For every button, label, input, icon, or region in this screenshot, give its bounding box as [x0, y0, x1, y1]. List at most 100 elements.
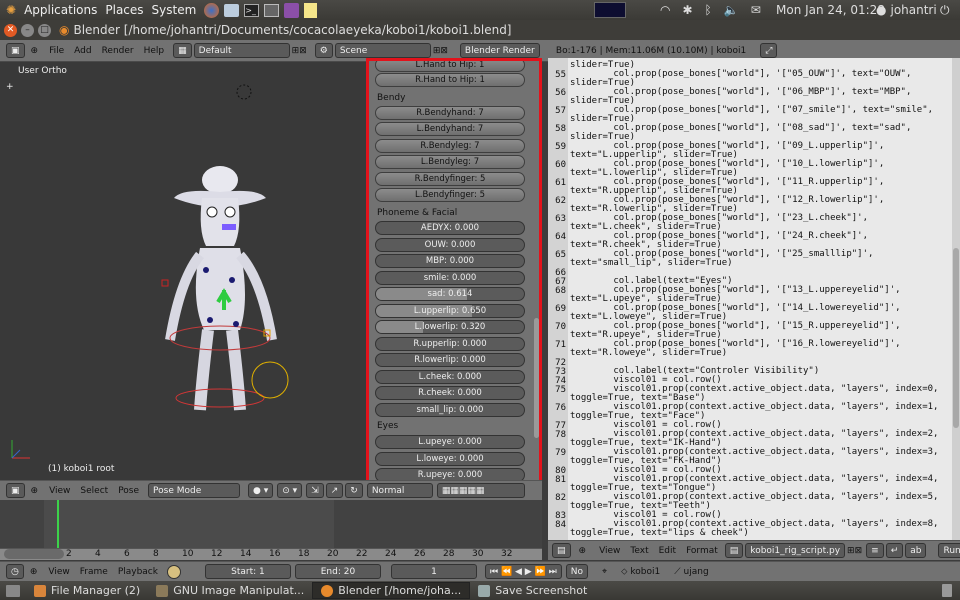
code-line[interactable]: toggle=True, text="lips & cheek") [570, 529, 749, 538]
character-rig[interactable] [140, 80, 300, 420]
help-menu[interactable]: Help [139, 46, 170, 56]
text-edit-menu[interactable]: Edit [654, 546, 681, 556]
timeline-playback-menu[interactable]: Playback [113, 567, 163, 577]
layout-add-icon[interactable]: ⊞ [292, 46, 300, 56]
layers-grid[interactable]: ▦▦▦▦▦ [436, 483, 525, 498]
start-frame-field[interactable]: Start: 1 [204, 564, 291, 579]
sync-mode-select[interactable]: No [565, 564, 588, 579]
wifi-icon[interactable]: ◠ [660, 3, 670, 17]
scene-field[interactable]: Scene [334, 43, 431, 58]
scene-remove-icon[interactable]: ⊠ [440, 46, 448, 56]
text-view-menu[interactable]: View [594, 546, 625, 556]
timeline-area[interactable]: -202468101214161820222426283032 [0, 500, 542, 560]
shading-select[interactable]: ● ▾ [248, 483, 274, 498]
system-menu[interactable]: System [148, 3, 201, 17]
text-format-menu[interactable]: Format [681, 546, 723, 556]
mode-select[interactable]: Pose Mode [148, 483, 241, 498]
slider-smile[interactable]: smile: 0.000 [375, 270, 525, 285]
viewport-editor-type-icon[interactable]: ▣ [6, 483, 25, 498]
pivot-select[interactable]: ⊙ ▾ [277, 483, 303, 498]
text-add-icon[interactable]: ⊞ [847, 546, 855, 556]
properties-panel[interactable]: L.Hand to Hip: 1 R.Hand to Hip: 1 Bendy … [368, 58, 542, 480]
timeline-collapse-icon[interactable]: ⊕ [30, 567, 38, 577]
system-monitor[interactable] [594, 0, 626, 20]
slider-r-upperlip[interactable]: R.upperlip: 0.000 [375, 336, 525, 351]
editor-type-icon[interactable]: ▣ [6, 43, 25, 58]
r-bendyhand-field[interactable]: R.Bendyhand: 7 [375, 106, 525, 120]
screen-layout-field[interactable]: Default [193, 43, 290, 58]
code-line[interactable]: text="R.loweye", slider=True) [570, 349, 727, 358]
render-menu[interactable]: Render [97, 46, 139, 56]
task-file-manager[interactable]: File Manager (2) [26, 582, 148, 599]
slider-l-cheek[interactable]: L.cheek: 0.000 [375, 369, 525, 384]
screen-icon[interactable] [264, 3, 280, 17]
timeline-editor-type-icon[interactable]: ◷ [6, 564, 24, 579]
slider-sad[interactable]: sad: 0.614 [375, 287, 525, 301]
mail-icon[interactable] [224, 3, 240, 17]
r-bendyleg-field[interactable]: R.Bendyleg: 7 [375, 139, 525, 153]
add-menu[interactable]: Add [69, 46, 96, 56]
text-block-icon[interactable]: ▤ [724, 543, 744, 558]
places-menu[interactable]: Places [101, 3, 147, 17]
bluetooth-icon[interactable]: ᛒ [705, 3, 712, 17]
slider-r-upeye[interactable]: R.upeye: 0.000 [375, 468, 525, 480]
l-bendyleg-field[interactable]: L.Bendyleg: 7 [375, 155, 525, 169]
normal-orientation-select[interactable]: Normal [366, 483, 433, 498]
editor-scrollbar[interactable] [952, 58, 960, 540]
r-bendyfinger-field[interactable]: R.Bendyfinger: 5 [375, 172, 525, 186]
r-hand-to-hip-field[interactable]: R.Hand to Hip: 1 [375, 73, 525, 87]
syntax-highlight-toggle[interactable]: ab [905, 543, 927, 558]
slider-ouw[interactable]: OUW: 0.000 [375, 237, 525, 252]
viewport-add-icon[interactable]: + [6, 82, 14, 92]
timeline-view-menu[interactable]: View [43, 567, 74, 577]
mail-notify-icon[interactable]: ✉ [751, 3, 761, 17]
collapse-menu-icon[interactable]: ⊕ [31, 46, 39, 56]
word-wrap-toggle[interactable]: ↵ [885, 543, 904, 558]
editor-collapse-icon[interactable]: ⊕ [579, 546, 587, 556]
text-editor[interactable]: 55 56 57 58 59 60 61 62 63 64 65 66 67 68 69 70 71 72 73 74… [548, 58, 960, 540]
playback-controls[interactable]: ⏮ ⏪ ◀ ▶ ⏩ ⏭ [484, 564, 562, 579]
l-bendyhand-field[interactable]: L.Bendyhand: 7 [375, 122, 525, 136]
viewport-select-menu[interactable]: Select [75, 486, 113, 496]
code-line[interactable]: text="small_lip", slider=True) [570, 259, 733, 268]
properties-scrollbar[interactable] [534, 318, 539, 438]
maximize-window-button[interactable]: □ [38, 23, 51, 37]
timeline-frame-menu[interactable]: Frame [75, 567, 113, 577]
current-frame-field[interactable]: 1 [390, 564, 477, 579]
slider-small-lip[interactable]: small_lip: 0.000 [375, 402, 525, 417]
firefox-icon[interactable] [204, 2, 220, 18]
file-menu[interactable]: File [44, 46, 69, 56]
notes-icon[interactable] [304, 2, 318, 18]
applications-menu[interactable]: Applications [20, 3, 101, 17]
line-numbers-toggle[interactable]: ≡ [866, 543, 884, 558]
slider-l-upeye[interactable]: L.upeye: 0.000 [375, 435, 525, 449]
clock[interactable]: Mon Jan 24, 01:28 [776, 3, 885, 17]
editor-scroll-thumb[interactable] [953, 248, 959, 428]
task-save-screenshot[interactable]: Save Screenshot [470, 582, 595, 599]
ubuntu-logo-icon[interactable]: ✺ [6, 3, 16, 17]
scene-add-icon[interactable]: ⊞ [433, 46, 441, 56]
transform-orientation-icon[interactable]: ↗ [325, 483, 344, 498]
terminal-icon[interactable]: >_ [244, 3, 260, 17]
render-engine-select[interactable]: Blender Render [459, 43, 540, 58]
volume-icon[interactable]: 🔈 [724, 3, 739, 17]
network-icon[interactable]: ✱ [682, 3, 692, 17]
bone-name[interactable]: ujang [684, 567, 709, 577]
user-name[interactable]: johantri [890, 3, 936, 17]
layout-remove-icon[interactable]: ⊠ [299, 46, 307, 56]
power-icon[interactable]: ⏻ [940, 3, 950, 18]
text-filename-field[interactable]: koboi1_rig_script.py [745, 543, 846, 558]
slider-r-cheek[interactable]: R.cheek: 0.000 [375, 386, 525, 400]
l-bendyfinger-field[interactable]: L.Bendyfinger: 5 [375, 188, 525, 202]
slider-mbp[interactable]: MBP: 0.000 [375, 254, 525, 268]
screen-layout-icon[interactable]: ▦ [173, 43, 192, 58]
rotate-manipulator-icon[interactable]: ↻ [345, 483, 363, 498]
slider-l-loweye[interactable]: L.loweye: 0.000 [375, 451, 525, 466]
purple-app-icon[interactable] [284, 2, 300, 18]
timeline-record-icon[interactable] [166, 564, 181, 579]
scene-icon[interactable]: ⚙ [314, 43, 333, 58]
run-script-button[interactable]: Run [938, 543, 960, 558]
end-frame-field[interactable]: End: 20 [294, 564, 381, 579]
slider-l-upperlip[interactable]: L.upperlip: 0.650 [375, 303, 525, 318]
editor-type-icon-text[interactable]: ▤ [552, 543, 571, 558]
